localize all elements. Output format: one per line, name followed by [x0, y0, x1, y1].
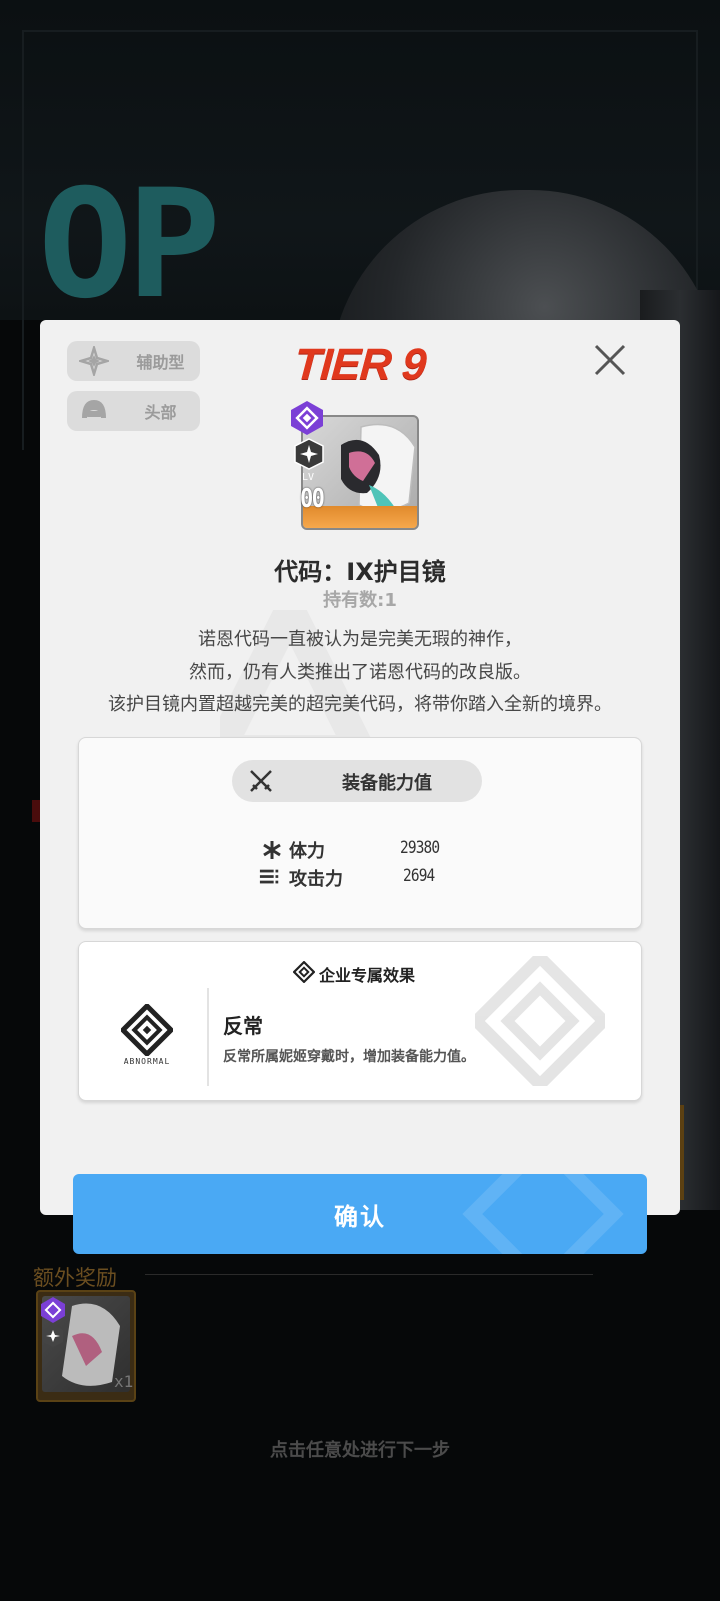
- abnormal-logo-icon: [121, 1004, 173, 1056]
- goggles-item-art: [341, 423, 416, 515]
- corporation-logo-text: ABNORMAL: [123, 1057, 171, 1066]
- confirm-label: 确认: [334, 1202, 386, 1231]
- slot-tag: 头部: [67, 391, 200, 431]
- bonus-title: 额外奖励: [33, 1266, 117, 1290]
- close-icon[interactable]: [590, 340, 630, 380]
- crossed-swords-icon: [250, 770, 272, 792]
- bonus-quantity: x1: [114, 1372, 134, 1391]
- corporation-divider: [207, 988, 209, 1086]
- abnormal-watermark-icon: [475, 956, 605, 1086]
- continue-hint: 点击任意处进行下一步: [270, 1440, 450, 1461]
- button-decoration: [462, 1174, 624, 1254]
- corporation-name: 反常: [223, 1014, 263, 1038]
- confirm-button[interactable]: 确认: [73, 1174, 647, 1254]
- bullets-icon: [259, 869, 279, 884]
- helmet-icon: [82, 400, 106, 418]
- background-letters: OP: [37, 158, 221, 332]
- diamond-icon: [293, 961, 315, 983]
- item-name: 代码：IX护目镜: [274, 558, 446, 586]
- bonus-item[interactable]: x1: [36, 1290, 136, 1402]
- item-description-line: 然而，仍有人类推出了诺恩代码的改良版。: [189, 662, 531, 683]
- corporation-effect-title: 企业专属效果: [319, 966, 416, 985]
- item-description-line: 诺恩代码一直被认为是完美无瑕的神作，: [198, 629, 522, 650]
- asterisk-icon: [263, 841, 281, 859]
- stat-label-attack: 攻击力: [289, 869, 343, 890]
- stats-header-label: 装备能力值: [342, 773, 432, 794]
- stats-header: 装备能力值: [232, 760, 482, 802]
- corporation-effect-panel: 企业专属效果 ABNORMAL 反常 反常所属妮姬穿戴时，增加装备能力值。: [78, 941, 642, 1101]
- tier-label: TIER 9: [292, 340, 428, 389]
- supporter-class-icon: [43, 1325, 63, 1347]
- stat-value-attack: 2694: [403, 866, 435, 886]
- slot-label: 头部: [144, 403, 177, 422]
- rarity-gem-icon: [41, 1297, 65, 1323]
- stat-value-hp: 29380: [400, 838, 440, 858]
- stat-label-hp: 体力: [289, 841, 325, 862]
- item-detail-modal: 辅助型 头部 TIER 9 LV 00 代码：IX护目镜 持有数:1 诺恩代码一…: [40, 320, 680, 1215]
- level-label: LV: [302, 472, 315, 483]
- rarity-gem-icon: [291, 401, 323, 435]
- equipment-stats-panel: 装备能力值 体力 29380 攻击力 2694: [78, 737, 642, 929]
- bonus-divider: [145, 1274, 593, 1275]
- item-description-line: 该护目镜内置超越完美的超完美代码，将带你踏入全新的境界。: [108, 694, 612, 715]
- item-count: 持有数:1: [323, 590, 397, 611]
- corporation-effect-description: 反常所属妮姬穿戴时，增加装备能力值。: [223, 1049, 475, 1065]
- supporter-class-icon: [294, 438, 324, 470]
- level-value: 00: [300, 484, 325, 514]
